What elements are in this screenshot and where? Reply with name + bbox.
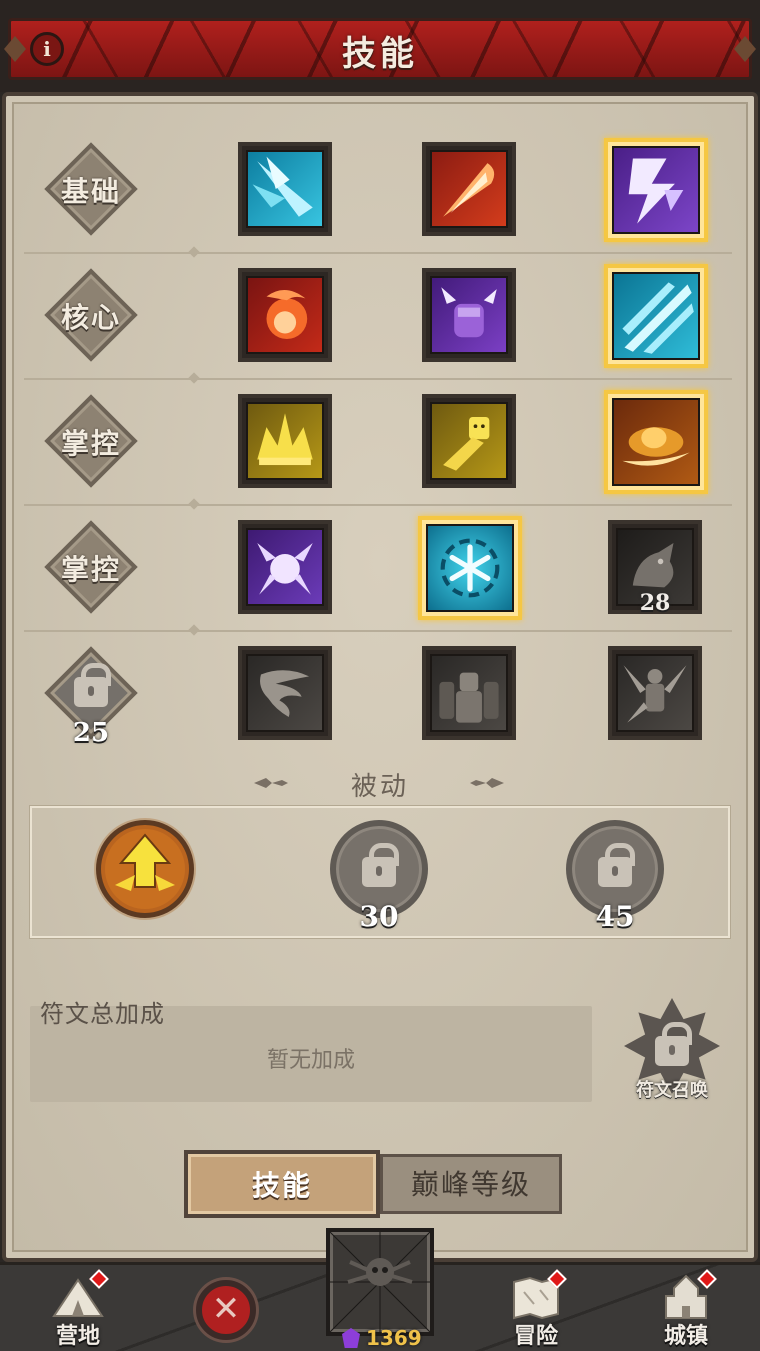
spider-skull-icon [329, 1231, 431, 1333]
rune-summon-button[interactable]: 符文召唤 [616, 992, 728, 1104]
nav-label: 冒险 [513, 1324, 558, 1349]
nav-town[interactable]: 城镇 [636, 1269, 736, 1350]
tab-skills[interactable]: 技能 [184, 1150, 380, 1218]
lightning-orb-icon [246, 528, 324, 606]
skill-slot[interactable] [422, 646, 516, 740]
row-label-text: 掌控 [60, 553, 121, 586]
skill-slot[interactable] [422, 268, 516, 362]
passive-slot-locked[interactable]: 45 [566, 820, 664, 933]
skill-slot[interactable] [608, 646, 702, 740]
skill-slot[interactable] [422, 394, 516, 488]
page-title: 技能 [342, 34, 418, 74]
passive-unlock-level: 30 [359, 900, 399, 933]
passive-slot-locked[interactable]: 30 [330, 820, 428, 933]
skill-unlock-level: 28 [639, 590, 671, 616]
arrow-up-icon [105, 829, 185, 909]
row-label-mastery-2: 掌控 [44, 520, 138, 614]
header-bar: i 技能 [0, 0, 760, 92]
nav-adventure[interactable]: 冒险 [486, 1269, 586, 1350]
row-label-text: 核心 [60, 301, 121, 334]
passive-unlock-level: 45 [595, 900, 635, 933]
row-label-text: 基础 [60, 175, 121, 208]
golden-spirit-icon [430, 402, 508, 480]
row-divider [24, 252, 732, 254]
fire-vortex-icon [612, 398, 700, 486]
skill-slot-locked[interactable]: 28 [608, 520, 702, 616]
lock-icon [655, 1022, 692, 1066]
frost-shards-icon [612, 272, 700, 360]
nav-label: 营地 [55, 1324, 100, 1349]
row-divider [24, 378, 732, 380]
tornado-icon [246, 654, 324, 732]
rune-empty-text: 暂无加成 [266, 1048, 355, 1073]
row-unlock-level: 25 [72, 718, 110, 748]
skill-slot[interactable] [422, 142, 516, 236]
fire-bolt-icon [430, 150, 508, 228]
lock-icon [362, 843, 399, 887]
row-divider [24, 630, 732, 632]
skill-slot[interactable] [238, 394, 332, 488]
tab-bar: 技能 巅峰等级 [184, 1150, 568, 1218]
golden-crown-icon [246, 402, 324, 480]
skill-slot-selected[interactable] [604, 264, 708, 368]
ornament-right [470, 778, 504, 788]
row-label-basic: 基础 [44, 142, 138, 236]
row-label-mastery-1: 掌控 [44, 394, 138, 488]
ice-shard-icon [246, 150, 324, 228]
row-divider [24, 504, 732, 506]
rune-bonus-title: 符文总加成 [40, 1000, 165, 1028]
lightning-icon [612, 146, 700, 234]
skill-slot[interactable] [238, 268, 332, 362]
fireball-icon [246, 276, 324, 354]
row-label-text: 掌控 [60, 427, 121, 460]
row-label-core: 核心 [44, 268, 138, 362]
close-button[interactable]: ✕ [196, 1280, 256, 1340]
shock-fist-icon [430, 276, 508, 354]
skill-slot-selected[interactable] [418, 516, 522, 620]
passive-title: 被动 [350, 772, 409, 802]
currency-value: 1369 [366, 1326, 422, 1350]
skill-slot[interactable] [238, 520, 332, 614]
lock-icon [598, 843, 635, 887]
passive-slot-active[interactable] [96, 820, 194, 918]
skill-slot-selected[interactable] [604, 390, 708, 494]
skill-slot[interactable] [238, 646, 332, 740]
skill-slot[interactable] [238, 142, 332, 236]
row-label-locked[interactable]: 25 [44, 646, 138, 748]
summon-shades-icon [430, 654, 508, 732]
shattered-figure-icon [616, 654, 694, 732]
rune-summon-label: 符文召唤 [636, 1080, 708, 1101]
lock-icon [74, 663, 111, 708]
nav-label: 城镇 [663, 1324, 708, 1349]
snowflake-icon [426, 524, 514, 612]
nav-camp[interactable]: 营地 [28, 1269, 128, 1350]
tab-paragon[interactable]: 巅峰等级 [380, 1154, 562, 1214]
skill-slot-selected[interactable] [604, 138, 708, 242]
boss-portal-card[interactable] [326, 1228, 434, 1336]
